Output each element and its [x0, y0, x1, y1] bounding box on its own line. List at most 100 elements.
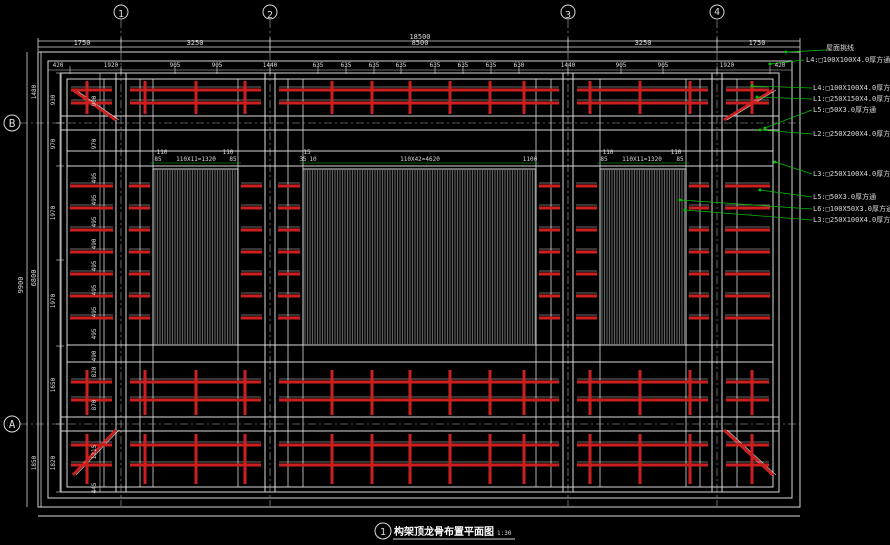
purlin: [71, 88, 112, 92]
panel-dim: 85: [229, 156, 237, 163]
panel-dim: 85: [600, 156, 608, 163]
spacing-dim: 495: [91, 216, 98, 227]
purlin: [539, 250, 560, 254]
panel-dim: 110: [223, 149, 234, 156]
axis-label-3: 3: [565, 10, 571, 21]
purlin: [725, 206, 770, 210]
purlin-vertical: [408, 434, 412, 484]
panel-dim: 110X11=1320: [176, 156, 216, 163]
purlin: [689, 184, 709, 188]
detail-dim: 420: [53, 62, 64, 69]
purlin-vertical: [588, 434, 592, 484]
purlin: [241, 272, 262, 276]
purlin: [278, 228, 300, 232]
purlin-vertical: [488, 81, 492, 114]
inner-dim: 1970: [50, 293, 57, 308]
axis-label-1: 1: [118, 9, 124, 20]
middle-height-dim: 6800: [30, 270, 38, 287]
purlin: [726, 101, 769, 105]
legend-item: L6:□100X50X3.0厚方通: [813, 204, 890, 213]
purlin: [689, 206, 709, 210]
purlin: [129, 184, 150, 188]
legend-leader-dot: [773, 160, 777, 164]
detail-dim: 1440: [263, 62, 278, 69]
spacing-dim: 970: [91, 138, 98, 149]
purlin: [129, 250, 150, 254]
purlin: [241, 316, 262, 320]
purlin-vertical: [588, 81, 592, 114]
left-outer-dim: 1480: [31, 84, 38, 99]
spacing-dim: 1215: [91, 444, 98, 459]
purlin: [576, 294, 597, 298]
purlin: [279, 398, 559, 402]
purlin-vertical: [750, 370, 754, 415]
purlin-vertical: [85, 434, 89, 484]
detail-dim: 1920: [720, 62, 735, 69]
purlin: [725, 228, 770, 232]
purlin-vertical: [488, 434, 492, 484]
purlin-vertical: [243, 370, 247, 415]
panel-dim: 110: [671, 149, 682, 156]
detail-dim: 635: [486, 62, 497, 69]
purlin: [689, 316, 709, 320]
panel-dim: 1100: [523, 156, 538, 163]
purlin-vertical: [688, 370, 692, 415]
purlin: [725, 294, 770, 298]
purlin: [129, 228, 150, 232]
purlin: [726, 463, 769, 467]
purlin: [70, 228, 113, 232]
legend-leader: [684, 209, 813, 221]
legend-roof-edge: 屋面挑线: [826, 43, 854, 52]
spacing-dim: 900: [91, 95, 98, 106]
purlin-vertical: [448, 434, 452, 484]
purlin-vertical: [750, 434, 754, 484]
purlin-vertical: [370, 370, 374, 415]
legend-item: L5:□50X3.0厚方通: [813, 192, 876, 201]
panel-dim: 110X11=1320: [622, 156, 662, 163]
legend-item: L4:□100X100X4.0厚方通: [813, 83, 890, 92]
legend-leader: [764, 109, 813, 129]
detail-dim: 1440: [561, 62, 576, 69]
purlin: [576, 272, 597, 276]
purlin: [129, 316, 150, 320]
purlin: [278, 206, 300, 210]
panel-dim: 85: [676, 156, 684, 163]
legend-item: L5:□50X3.0厚方通: [813, 105, 876, 114]
legend-item: L4:□100X100X4.0厚方通: [806, 55, 890, 64]
purlin-vertical: [688, 434, 692, 484]
purlin-vertical: [194, 434, 198, 484]
purlin: [689, 250, 709, 254]
detail-dim: 635: [396, 62, 407, 69]
legend-item: L2:□250X200X4.0厚方通: [813, 129, 890, 138]
legend-leader-dot: [758, 128, 762, 132]
legend-leader: [759, 189, 813, 198]
purlin: [279, 101, 559, 105]
purlin: [279, 88, 559, 92]
purlin: [726, 380, 769, 384]
purlin: [539, 206, 560, 210]
detail-dim: 635: [430, 62, 441, 69]
purlin: [278, 250, 300, 254]
top-dim-3: 8500: [412, 39, 429, 47]
legend-leader: [785, 49, 827, 53]
purlin: [725, 184, 770, 188]
panel-dim: 110X42=4620: [400, 156, 440, 163]
purlin-vertical: [330, 434, 334, 484]
top-dim-2: 3250: [187, 39, 204, 47]
inner-dim: 1970: [50, 205, 57, 220]
purlin: [278, 184, 300, 188]
spacing-dim: 495: [91, 260, 98, 271]
louver-panel: [302, 168, 537, 346]
legend-leader-dot: [755, 95, 759, 99]
purlin: [725, 250, 770, 254]
purlin-vertical: [638, 434, 642, 484]
detail-dim: 905: [170, 62, 181, 69]
top-dim-4: 3250: [635, 39, 652, 47]
purlin: [279, 380, 559, 384]
spacing-dim: 490: [91, 350, 98, 361]
top-dim-5: 1750: [749, 39, 766, 47]
legend-leader-dot: [763, 126, 767, 130]
detail-dim: 905: [616, 62, 627, 69]
legend-item: L3:□250X100X4.0厚方通: [813, 215, 890, 224]
purlin: [241, 250, 262, 254]
